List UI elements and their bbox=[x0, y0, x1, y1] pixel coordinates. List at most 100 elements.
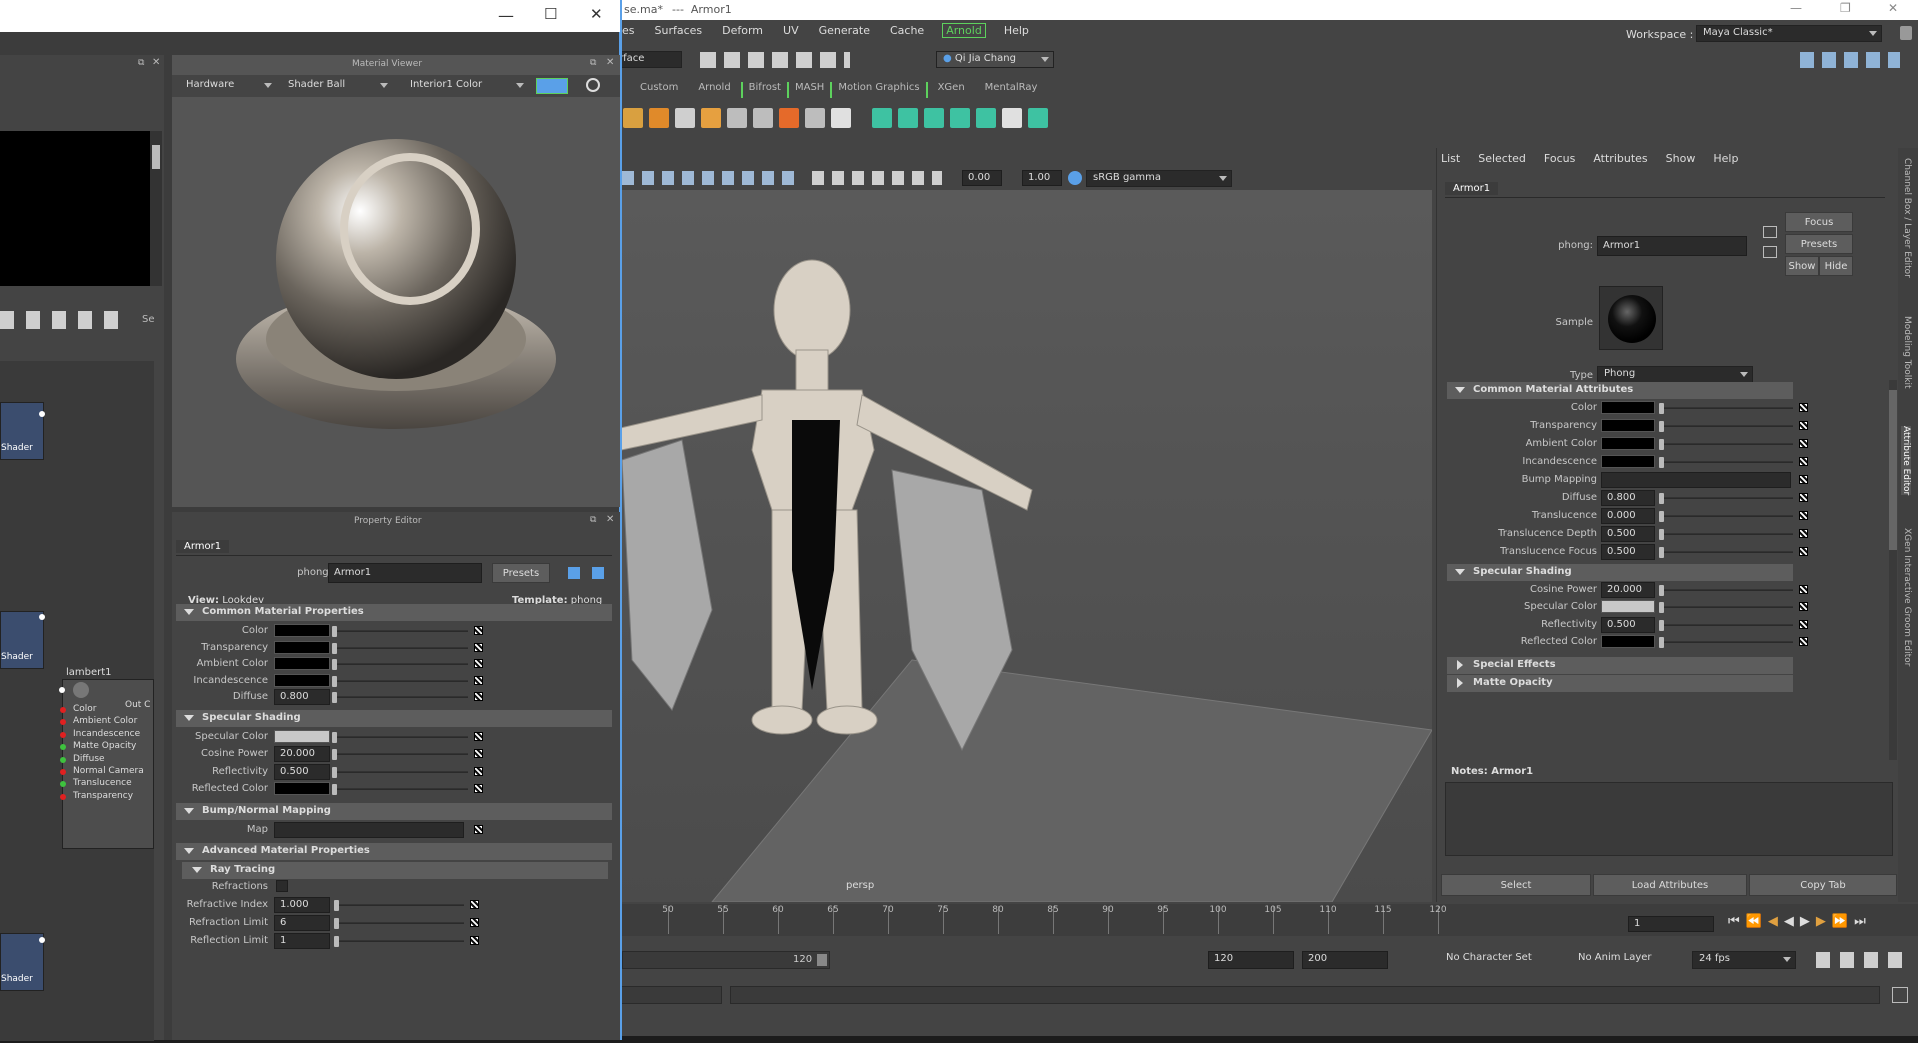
shader-node-3-output-port[interactable] bbox=[39, 937, 45, 943]
mv-env-dropdown[interactable]: Interior1 Color bbox=[404, 78, 528, 95]
ambient-color-swatch[interactable] bbox=[274, 657, 330, 671]
slider-handle[interactable] bbox=[1659, 403, 1664, 414]
mv-float-icon[interactable]: ⧉ bbox=[590, 58, 596, 68]
ae-menu-help[interactable]: Help bbox=[1713, 152, 1738, 165]
ambient-color-slider[interactable] bbox=[1659, 439, 1793, 450]
pe-graph-icon[interactable] bbox=[568, 567, 580, 579]
ae-phong-name-field[interactable]: Armor1 bbox=[1597, 236, 1747, 256]
hs-close-icon[interactable]: ✕ bbox=[590, 5, 603, 23]
pe-presets-button[interactable]: Presets bbox=[492, 563, 550, 583]
reflectivity-field[interactable]: 0.500 bbox=[274, 763, 330, 780]
map-button-icon[interactable] bbox=[1799, 403, 1808, 412]
map-button-icon[interactable] bbox=[1799, 637, 1808, 647]
go-to-start-icon[interactable]: ⏮ bbox=[1728, 914, 1740, 932]
shelf-fx2-icon[interactable] bbox=[898, 108, 918, 128]
slider-handle[interactable] bbox=[332, 784, 337, 796]
slider-handle[interactable] bbox=[1659, 457, 1664, 468]
mode-dropdown[interactable]: rface bbox=[612, 51, 682, 68]
collapse-arrow-icon[interactable] bbox=[1455, 387, 1465, 393]
slider-handle[interactable] bbox=[334, 917, 339, 929]
slider-handle[interactable] bbox=[334, 899, 339, 911]
translucence-depth-field[interactable]: 0.500 bbox=[1601, 526, 1655, 542]
menu-item-deform[interactable]: Deform bbox=[712, 24, 773, 37]
mv-snapshot-icon[interactable] bbox=[536, 78, 568, 94]
range-handle[interactable] bbox=[817, 954, 827, 966]
color-slider[interactable] bbox=[332, 626, 468, 637]
reflectivity-slider[interactable] bbox=[1659, 619, 1793, 631]
slider-handle[interactable] bbox=[332, 732, 337, 743]
ae-load-attributes-button[interactable]: Load Attributes bbox=[1593, 874, 1747, 896]
incandescence-slider[interactable] bbox=[1659, 457, 1793, 468]
reflectivity-slider[interactable] bbox=[332, 766, 468, 778]
map-button-icon[interactable] bbox=[474, 642, 483, 652]
shelf-checker-icon[interactable] bbox=[1002, 108, 1022, 128]
cosine-power-field[interactable]: 20.000 bbox=[274, 746, 330, 763]
reflected-color-slider[interactable] bbox=[332, 784, 468, 796]
expand-arrow-icon[interactable] bbox=[1457, 677, 1463, 688]
refractive-index-slider[interactable] bbox=[334, 899, 464, 911]
output-connection-icon[interactable] bbox=[1763, 246, 1777, 258]
exposure-field[interactable]: 0.00 bbox=[962, 170, 1002, 186]
graph-toolbar-icons[interactable] bbox=[0, 311, 130, 329]
color-swatch[interactable] bbox=[1601, 401, 1655, 414]
pe-phong-name-field[interactable]: Armor1 bbox=[328, 563, 482, 583]
cosine-power-slider[interactable] bbox=[1659, 585, 1793, 596]
expand-arrow-icon[interactable] bbox=[1457, 659, 1463, 670]
step-back-icon[interactable]: ⏪ bbox=[1746, 914, 1762, 932]
slider-handle[interactable] bbox=[332, 675, 337, 687]
ambient-color-slider[interactable] bbox=[332, 659, 468, 671]
ae-menu-selected[interactable]: Selected bbox=[1478, 152, 1526, 165]
bump-normal-mapping-section-header[interactable]: Bump/Normal Mapping bbox=[176, 802, 612, 820]
slider-handle[interactable] bbox=[1659, 493, 1664, 504]
mv-renderer-dropdown[interactable]: Hardware bbox=[180, 78, 276, 95]
ae-focus-button[interactable]: Focus bbox=[1785, 212, 1853, 232]
map-button-icon[interactable] bbox=[1799, 585, 1808, 594]
map-button-icon[interactable] bbox=[1799, 493, 1808, 502]
map-field[interactable] bbox=[274, 821, 464, 838]
shader-node-2[interactable]: Shader bbox=[0, 611, 44, 669]
anim-layer-dropdown[interactable]: No Anim Layer bbox=[1572, 951, 1680, 969]
diffuse-slider[interactable] bbox=[332, 692, 468, 704]
workspace-dropdown[interactable]: Maya Classic* bbox=[1696, 25, 1882, 42]
refraction-limit-field[interactable]: 6 bbox=[274, 914, 330, 931]
character-set-dropdown[interactable]: No Character Set bbox=[1440, 951, 1548, 969]
shelf-split-icon[interactable] bbox=[779, 108, 799, 128]
map-button-icon[interactable] bbox=[470, 917, 479, 927]
translucence-field[interactable]: 0.000 bbox=[1601, 508, 1655, 524]
shelf-cubes-icon[interactable] bbox=[675, 108, 695, 128]
cosine-power-slider[interactable] bbox=[332, 749, 468, 761]
reflectivity-field[interactable]: 0.500 bbox=[1601, 616, 1655, 633]
shelf-tab-arnold[interactable]: Arnold bbox=[688, 82, 740, 98]
color-management-icon[interactable] bbox=[1068, 171, 1082, 185]
map-button-icon[interactable] bbox=[474, 732, 483, 741]
transparency-slider[interactable] bbox=[332, 642, 468, 654]
slider-handle[interactable] bbox=[1659, 637, 1664, 649]
shelf-cube-icon[interactable] bbox=[649, 108, 669, 128]
transparency-swatch[interactable] bbox=[274, 640, 330, 654]
slider-handle[interactable] bbox=[332, 626, 337, 637]
slider-handle[interactable] bbox=[1659, 421, 1664, 432]
map-button-icon[interactable] bbox=[474, 749, 483, 759]
browser-scroll-thumb[interactable] bbox=[152, 145, 160, 169]
slider-handle[interactable] bbox=[1659, 585, 1664, 596]
translucence-focus-slider[interactable] bbox=[1659, 547, 1793, 558]
tab-attribute-editor[interactable]: Attribute Editor bbox=[1901, 426, 1911, 496]
map-button-icon[interactable] bbox=[470, 935, 479, 945]
bump-mapping-field[interactable] bbox=[1601, 472, 1791, 488]
collapse-arrow-icon[interactable] bbox=[1455, 569, 1465, 575]
pe-float-icon[interactable]: ⧉ bbox=[590, 515, 596, 525]
shelf-tab-mash[interactable]: MASH bbox=[789, 82, 833, 98]
menu-item-cache[interactable]: Cache bbox=[880, 24, 934, 37]
slider-handle[interactable] bbox=[1659, 547, 1664, 558]
specular-color-slider[interactable] bbox=[332, 732, 468, 743]
viewport-shading-icons[interactable] bbox=[622, 171, 802, 185]
ae-menu-list[interactable]: List bbox=[1441, 152, 1460, 165]
shelf-tab-bifrost[interactable]: Bifrost bbox=[740, 82, 789, 98]
diffuse-field[interactable]: 0.800 bbox=[274, 689, 330, 706]
collapse-arrow-icon[interactable] bbox=[184, 715, 194, 721]
map-button-icon[interactable] bbox=[474, 675, 483, 685]
map-button-icon[interactable] bbox=[1799, 602, 1808, 612]
transparency-input-port[interactable] bbox=[60, 793, 66, 800]
refraction-limit-slider[interactable] bbox=[334, 917, 464, 929]
mv-refresh-icon[interactable] bbox=[586, 78, 600, 92]
